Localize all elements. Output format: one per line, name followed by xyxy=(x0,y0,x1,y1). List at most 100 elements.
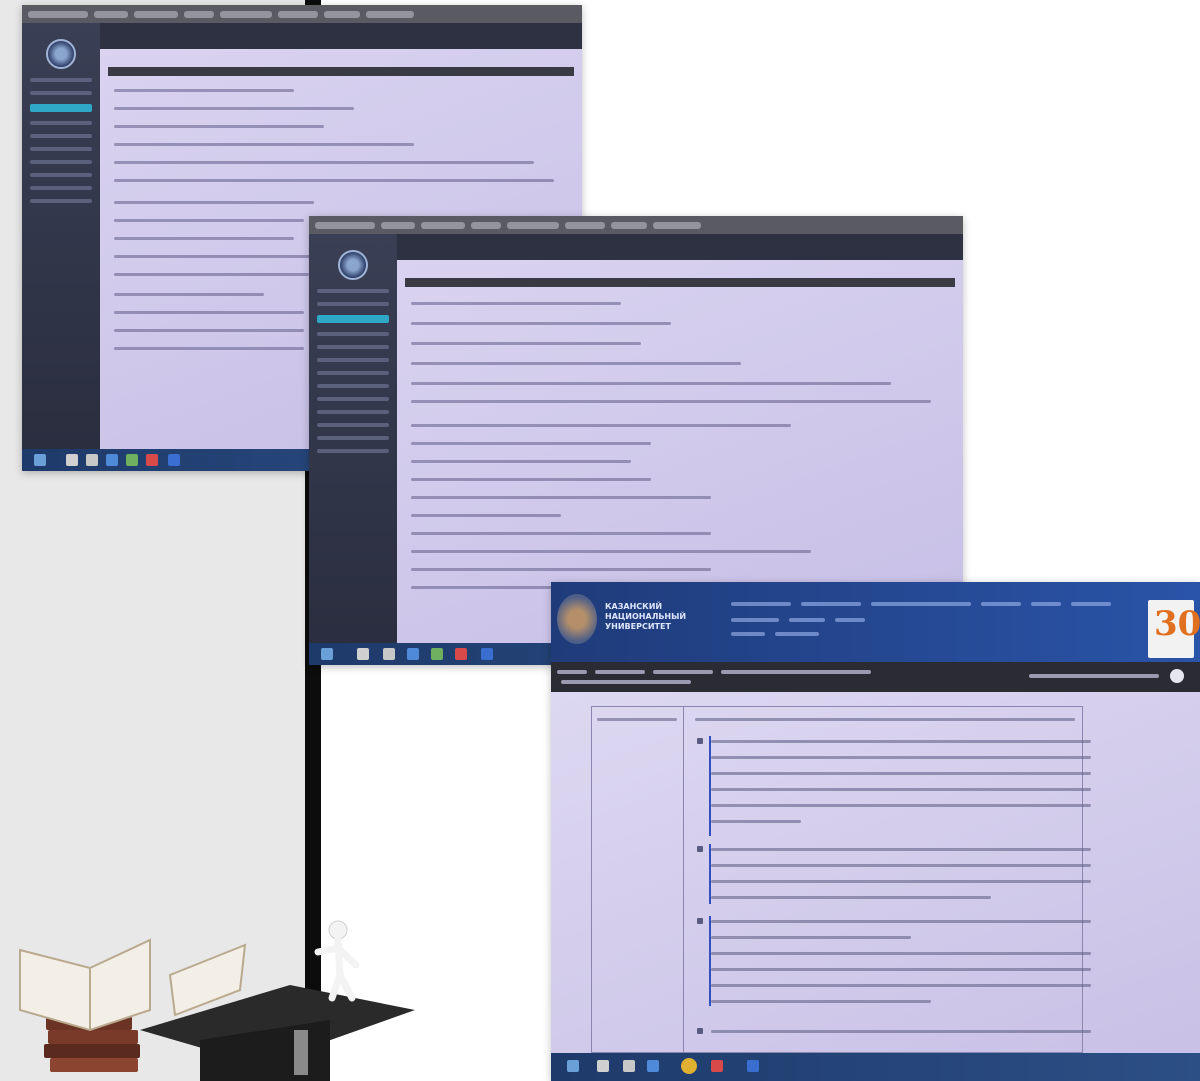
browser-tab[interactable] xyxy=(421,221,465,229)
text-line xyxy=(411,532,711,535)
user-avatar-icon[interactable] xyxy=(1170,669,1184,683)
browser-tab[interactable] xyxy=(565,221,605,229)
sidebar-item-active[interactable] xyxy=(30,104,92,112)
start-button-icon[interactable] xyxy=(34,454,46,466)
nav-item[interactable] xyxy=(801,602,861,606)
cell-text-line xyxy=(711,756,1091,759)
browser-tab[interactable] xyxy=(471,221,501,229)
taskbar-app-icon[interactable] xyxy=(146,454,158,466)
browser-tab[interactable] xyxy=(315,221,375,229)
breadcrumb-item[interactable] xyxy=(721,670,871,674)
sidebar-item[interactable] xyxy=(317,449,389,453)
browser-tab[interactable] xyxy=(653,221,701,229)
text-line xyxy=(114,125,324,128)
taskbar-app-icon[interactable] xyxy=(407,648,419,660)
taskbar-app-icon[interactable] xyxy=(711,1060,723,1072)
chrome-app-icon[interactable] xyxy=(681,1058,697,1074)
taskbar-app-icon[interactable] xyxy=(126,454,138,466)
sidebar-item[interactable] xyxy=(317,384,389,388)
book-stack-icon xyxy=(19,938,151,1072)
word-app-icon[interactable] xyxy=(481,648,493,660)
nav-item[interactable] xyxy=(835,618,865,622)
text-line xyxy=(114,179,554,182)
browser-tab-strip xyxy=(22,5,582,23)
sidebar-item[interactable] xyxy=(30,199,92,203)
table-label-cell xyxy=(597,718,677,721)
sidebar-item[interactable] xyxy=(30,147,92,151)
row-number xyxy=(697,738,703,744)
sidebar-item[interactable] xyxy=(317,302,389,306)
sidebar-item[interactable] xyxy=(30,186,92,190)
taskbar-app-icon[interactable] xyxy=(383,648,395,660)
sidebar-item[interactable] xyxy=(317,345,389,349)
lms-sidebar xyxy=(22,23,100,449)
sidebar-item[interactable] xyxy=(317,436,389,440)
nav-item[interactable] xyxy=(731,602,791,606)
cell-text-line xyxy=(711,936,911,939)
university-crest-icon xyxy=(557,594,597,644)
sidebar-item[interactable] xyxy=(30,91,92,95)
start-button-icon[interactable] xyxy=(321,648,333,660)
nav-item[interactable] xyxy=(775,632,819,636)
site-content xyxy=(551,692,1200,1053)
university-logo-icon xyxy=(338,250,368,280)
text-line xyxy=(411,514,561,517)
nav-item[interactable] xyxy=(1071,602,1111,606)
start-button-icon[interactable] xyxy=(567,1060,579,1072)
taskbar-app-icon[interactable] xyxy=(86,454,98,466)
sidebar-item[interactable] xyxy=(317,332,389,336)
browser-tab[interactable] xyxy=(366,10,414,18)
word-app-icon[interactable] xyxy=(168,454,180,466)
browser-tab[interactable] xyxy=(28,10,88,18)
sidebar-item-active[interactable] xyxy=(317,315,389,323)
browser-tab[interactable] xyxy=(611,221,647,229)
taskbar-app-icon[interactable] xyxy=(106,454,118,466)
breadcrumb-item[interactable] xyxy=(561,680,691,684)
sidebar-item[interactable] xyxy=(317,423,389,427)
user-menu[interactable] xyxy=(1029,674,1159,678)
taskbar-app-icon[interactable] xyxy=(455,648,467,660)
browser-tab[interactable] xyxy=(94,10,128,18)
browser-tab[interactable] xyxy=(324,10,360,18)
breadcrumb-bar xyxy=(551,662,1200,692)
taskbar-app-icon[interactable] xyxy=(647,1060,659,1072)
taskbar-app-icon[interactable] xyxy=(431,648,443,660)
text-line xyxy=(411,302,621,305)
taskbar-app-icon[interactable] xyxy=(623,1060,635,1072)
cell-text-line xyxy=(711,864,1091,867)
browser-tab[interactable] xyxy=(134,10,178,18)
sidebar-item[interactable] xyxy=(30,173,92,177)
breadcrumb-item[interactable] xyxy=(653,670,713,674)
browser-tab[interactable] xyxy=(507,221,559,229)
sidebar-item[interactable] xyxy=(317,358,389,362)
sidebar-item[interactable] xyxy=(317,410,389,414)
sidebar-item[interactable] xyxy=(317,397,389,401)
sidebar-item[interactable] xyxy=(317,289,389,293)
text-line xyxy=(411,478,651,481)
browser-tab[interactable] xyxy=(220,10,272,18)
text-line xyxy=(114,329,304,332)
nav-item[interactable] xyxy=(731,632,765,636)
nav-item[interactable] xyxy=(789,618,825,622)
text-line xyxy=(411,460,631,463)
breadcrumb-item[interactable] xyxy=(595,670,645,674)
taskbar-app-icon[interactable] xyxy=(66,454,78,466)
sidebar-item[interactable] xyxy=(30,160,92,164)
taskbar-app-icon[interactable] xyxy=(357,648,369,660)
browser-tab[interactable] xyxy=(184,10,214,18)
nav-item[interactable] xyxy=(871,602,971,606)
text-line xyxy=(411,496,711,499)
browser-tab[interactable] xyxy=(381,221,415,229)
sidebar-item[interactable] xyxy=(30,121,92,125)
sidebar-item[interactable] xyxy=(317,371,389,375)
word-app-icon[interactable] xyxy=(747,1060,759,1072)
nav-item[interactable] xyxy=(981,602,1021,606)
sidebar-item[interactable] xyxy=(30,134,92,138)
taskbar-app-icon[interactable] xyxy=(597,1060,609,1072)
browser-tab[interactable] xyxy=(278,10,318,18)
nav-item[interactable] xyxy=(731,618,779,622)
sidebar-item[interactable] xyxy=(30,78,92,82)
breadcrumb-item[interactable] xyxy=(557,670,587,674)
nav-item[interactable] xyxy=(1031,602,1061,606)
university-name-line: КАЗАНСКИЙ xyxy=(605,602,663,611)
